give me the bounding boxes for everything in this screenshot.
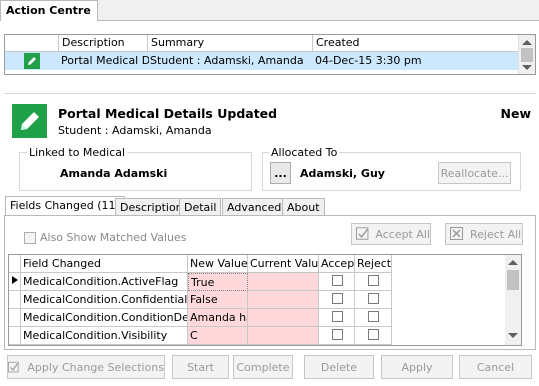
new-value[interactable]: Amanda has — [188, 309, 248, 327]
grid-header-icon — [5, 35, 59, 52]
grid-header-created[interactable]: Created — [313, 35, 519, 52]
reject-checkbox[interactable] — [368, 293, 379, 304]
tab-advanced[interactable]: Advanced — [222, 198, 287, 216]
accept-cell — [319, 309, 355, 327]
field-name: MedicalCondition.Visibility — [21, 327, 188, 345]
tab-description[interactable]: Description — [115, 198, 188, 216]
start-button[interactable]: Start — [172, 355, 229, 379]
check-icon — [8, 361, 19, 372]
reject-cell — [355, 273, 392, 291]
field-name: MedicalCondition.ConditionDetails — [21, 309, 188, 327]
cross-icon — [450, 227, 463, 240]
scroll-thumb[interactable] — [521, 48, 533, 62]
actions-grid: Description Summary Created Portal Medic… — [4, 34, 536, 75]
row-indicator — [9, 291, 21, 309]
fields-grid-scrollbar[interactable] — [505, 255, 521, 345]
current-value — [248, 291, 319, 309]
check-icon — [356, 227, 369, 240]
cancel-button[interactable]: Cancel — [459, 355, 532, 379]
row-indicator — [9, 327, 21, 345]
header-field-changed[interactable]: Field Changed — [21, 255, 188, 273]
complete-button[interactable]: Complete — [233, 355, 293, 379]
table-row[interactable]: MedicalCondition.Visibility C — [9, 327, 509, 345]
scroll-thumb[interactable] — [507, 270, 519, 290]
row-indicator — [9, 309, 21, 327]
scroll-up-icon[interactable] — [522, 40, 532, 45]
apply-change-selections-button[interactable]: Apply Change Selections — [7, 355, 165, 379]
reject-cell — [355, 327, 392, 345]
accept-cell — [319, 327, 355, 345]
reject-checkbox[interactable] — [368, 311, 379, 322]
reject-cell — [355, 309, 392, 327]
grid-header-summary[interactable]: Summary — [148, 35, 313, 52]
page-subtitle: Student : Adamski, Amanda — [58, 124, 212, 137]
allocated-value: Adamski, Guy — [300, 167, 385, 180]
current-value — [248, 327, 319, 345]
row-created: 04-Dec-15 3:30 pm — [315, 54, 422, 67]
current-value — [248, 309, 319, 327]
linked-value[interactable]: Amanda Adamski — [60, 167, 167, 180]
new-value[interactable]: C — [188, 327, 248, 345]
field-name: MedicalCondition.ConfidentialFlag — [21, 291, 188, 309]
row-indicator-header — [9, 255, 21, 273]
scroll-down-icon[interactable] — [522, 65, 532, 70]
header-new-value[interactable]: New Value — [188, 255, 248, 273]
header-reject[interactable]: Reject — [355, 255, 392, 273]
accept-checkbox[interactable] — [332, 293, 343, 304]
new-value[interactable]: False — [188, 291, 248, 309]
show-matched-checkbox[interactable]: Also Show Matched Values — [24, 231, 186, 244]
allocate-picker-button[interactable]: ... — [270, 162, 291, 184]
fields-grid-header: Field Changed New Value Current Value Ac… — [9, 255, 509, 273]
reject-cell — [355, 291, 392, 309]
accept-checkbox[interactable] — [332, 329, 343, 340]
table-row[interactable]: MedicalCondition.ConfidentialFlag False — [9, 291, 509, 309]
pencil-icon — [24, 53, 40, 69]
accept-all-button[interactable]: Accept All — [351, 223, 431, 245]
show-matched-label: Also Show Matched Values — [40, 231, 187, 244]
table-row[interactable]: Portal Medical Det Student : Adamski, Am… — [5, 52, 519, 70]
accept-all-label: Accept All — [375, 227, 430, 241]
reject-checkbox[interactable] — [368, 329, 379, 340]
reject-checkbox[interactable] — [368, 275, 379, 286]
scroll-up-icon[interactable] — [508, 260, 518, 265]
table-row[interactable]: MedicalCondition.ConditionDetails Amanda… — [9, 309, 509, 327]
current-value — [248, 273, 319, 291]
status-badge: New — [500, 106, 532, 121]
accept-cell — [319, 291, 355, 309]
reallocate-button[interactable]: Reallocate... — [438, 162, 511, 184]
accept-checkbox[interactable] — [332, 275, 343, 286]
actions-grid-scrollbar[interactable] — [518, 35, 535, 74]
fields-grid: Field Changed New Value Current Value Ac… — [8, 254, 522, 346]
tab-action-centre[interactable]: Action Centre — [0, 0, 98, 22]
grid-header-description[interactable]: Description — [59, 35, 148, 52]
page-title: Portal Medical Details Updated — [58, 106, 278, 121]
field-name: MedicalCondition.ActiveFlag — [21, 273, 188, 291]
row-indicator — [9, 273, 21, 291]
apply-button[interactable]: Apply — [381, 355, 453, 379]
header-accept[interactable]: Accept — [319, 255, 355, 273]
scroll-down-icon[interactable] — [508, 333, 518, 338]
row-description: Portal Medical Det — [61, 54, 149, 67]
current-row-arrow-icon — [12, 276, 18, 284]
linked-label: Linked to Medical — [27, 146, 128, 159]
header-current-value[interactable]: Current Value — [248, 255, 319, 273]
allocated-label: Allocated To — [269, 146, 340, 159]
pencil-icon — [12, 104, 47, 138]
divider — [4, 93, 536, 94]
tab-detail[interactable]: Detail — [179, 198, 222, 216]
accept-checkbox[interactable] — [332, 311, 343, 322]
reject-all-button[interactable]: Reject All — [445, 223, 523, 245]
row-summary: Student : Adamski, Amanda — [150, 54, 304, 67]
apply-change-label: Apply Change Selections — [27, 360, 164, 374]
tab-about[interactable]: About — [282, 198, 325, 216]
reject-all-label: Reject All — [470, 227, 522, 241]
table-row[interactable]: MedicalCondition.ActiveFlag True — [9, 273, 509, 291]
tab-fields-changed[interactable]: Fields Changed (11) — [5, 196, 125, 217]
accept-cell — [319, 273, 355, 291]
checkbox-box — [24, 231, 36, 244]
new-value[interactable]: True — [188, 273, 248, 291]
delete-button[interactable]: Delete — [304, 355, 374, 379]
